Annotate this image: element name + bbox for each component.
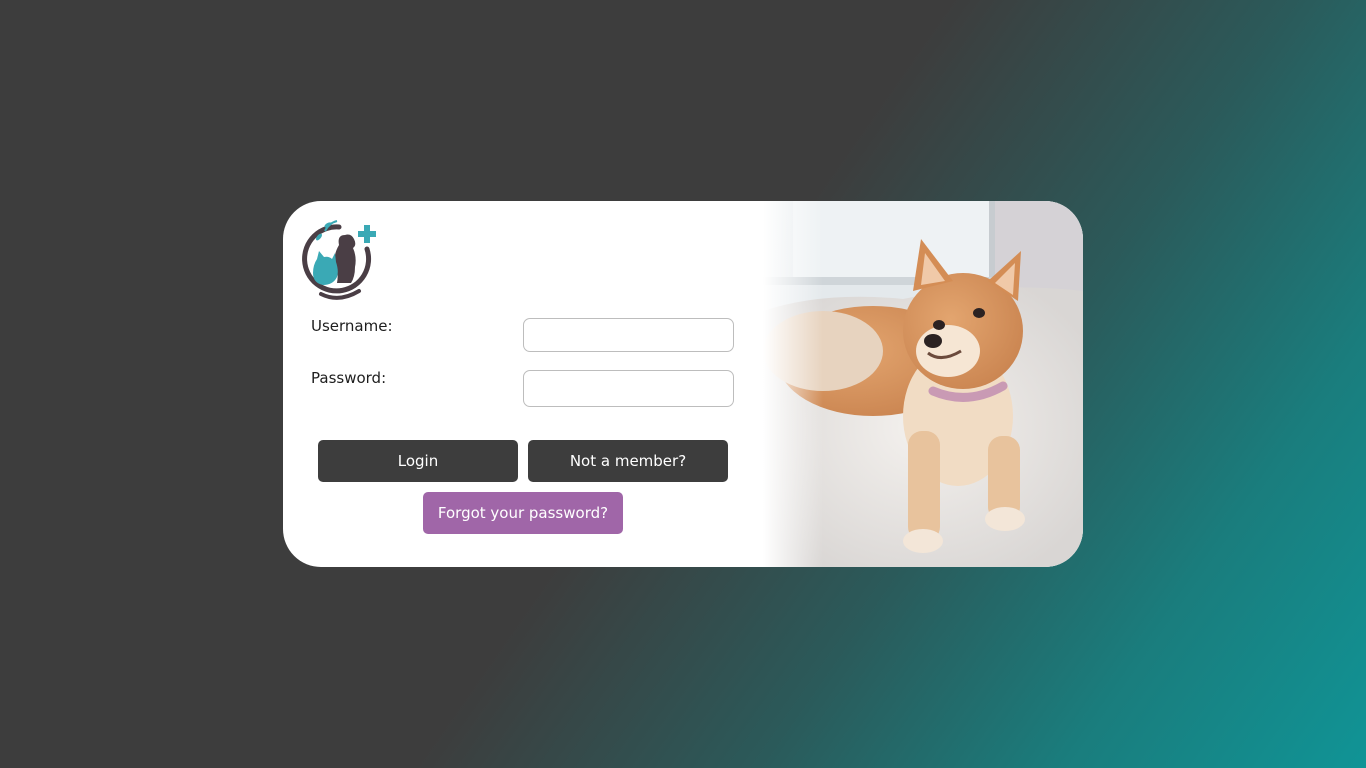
login-card: Username: Password: Login Not a member? … xyxy=(283,201,1083,567)
forgot-password-button[interactable]: Forgot your password? xyxy=(423,492,623,534)
photo-fade-overlay xyxy=(763,201,823,567)
pet-clinic-logo-icon xyxy=(299,215,379,301)
puppy-photo xyxy=(763,201,1083,567)
password-input[interactable] xyxy=(523,370,734,407)
not-a-member-button[interactable]: Not a member? xyxy=(528,440,728,482)
username-input[interactable] xyxy=(523,318,734,352)
password-label: Password: xyxy=(311,369,387,387)
login-button[interactable]: Login xyxy=(318,440,518,482)
username-label: Username: xyxy=(311,317,393,335)
